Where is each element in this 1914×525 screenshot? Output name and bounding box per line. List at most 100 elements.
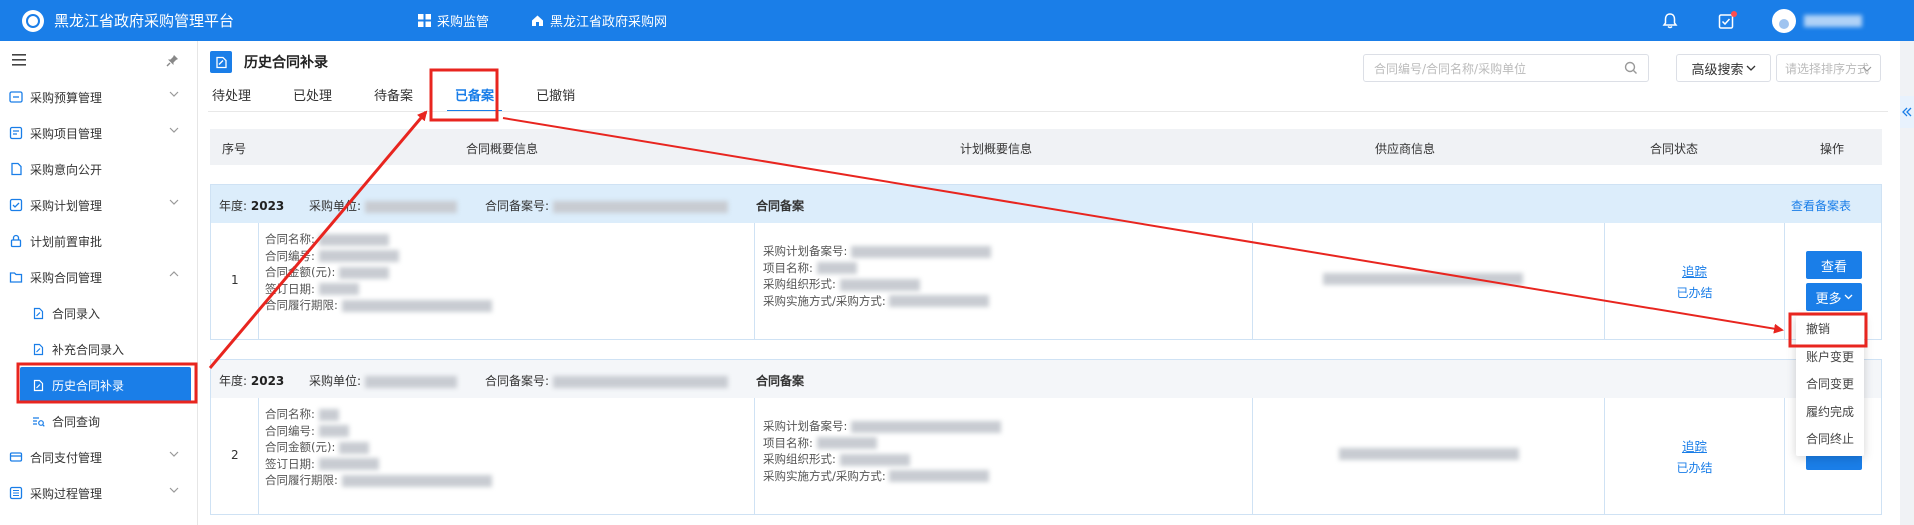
contract-info-cell: 合同名称: 合同编号: 合同金额(元): 签订日期: 合同履行期限: [259, 223, 755, 339]
tabs-divider [208, 111, 1888, 112]
header-plan-info: 计划概要信息 [960, 142, 1033, 156]
purchase-unit-field: 采购单位: [309, 372, 457, 389]
bell-icon[interactable] [1660, 11, 1680, 31]
menu-item-revoke[interactable]: 撤销 [1796, 316, 1864, 344]
index-cell: 2 [211, 398, 259, 514]
view-button[interactable]: 查看 [1806, 251, 1862, 279]
tab-to-be-filed[interactable]: 待备案 [370, 85, 417, 111]
sidebar-item-supplement-contract[interactable]: 补充合同录入 [0, 331, 197, 367]
search-icon[interactable] [1624, 61, 1638, 75]
edit-page-icon [210, 51, 232, 73]
menu-icon[interactable] [12, 54, 26, 66]
plan-info-cell: 采购计划备案号: 项目名称: 采购组织形式: 采购实施方式/采购方式: [755, 223, 1253, 339]
page-title: 历史合同补录 [244, 55, 328, 71]
project-name-field: 项目名称: [763, 435, 1001, 452]
track-link[interactable]: 追踪 [1605, 436, 1784, 455]
record-number-field: 合同备案号: [485, 197, 728, 214]
edit-document-icon [30, 341, 46, 357]
sidebar-item-contract-query[interactable]: 合同查询 [0, 403, 197, 439]
advanced-search-button[interactable]: 高级搜索 [1676, 54, 1771, 82]
sidebar-item-project[interactable]: 采购项目管理 [0, 115, 197, 151]
row-index: 2 [231, 448, 239, 462]
sidebar-item-contract-entry[interactable]: 合同录入 [0, 295, 197, 331]
performance-period-field: 合同履行期限: [265, 297, 492, 314]
avatar[interactable] [1772, 8, 1796, 33]
status-tabs: 待处理 已处理 待备案 已备案 已撤销 [208, 85, 613, 112]
nav-procurement-website[interactable]: 黑龙江省政府采购网 [531, 11, 667, 30]
sidebar-item-label: 计划前置审批 [30, 234, 103, 249]
block-header: 年度: 2023 采购单位: 合同备案号: 合同备案 查看备案表 [211, 185, 1881, 223]
sign-date-field: 签订日期: [265, 281, 492, 298]
double-chevron-left-icon [1902, 107, 1912, 117]
chevron-down-icon [1746, 65, 1755, 71]
search-input[interactable]: 合同编号/合同名称/采购单位 [1363, 54, 1649, 82]
record-type: 合同备案 [756, 374, 805, 388]
sign-date-field: 签订日期: [265, 456, 492, 473]
sidebar-item-plan[interactable]: 采购计划管理 [0, 187, 197, 223]
tab-filed[interactable]: 已备案 [447, 85, 503, 112]
sort-select[interactable]: 请选择排序方式 [1776, 54, 1881, 82]
nav-procurement-supervision[interactable]: 采购监管 [418, 11, 489, 30]
supplier-redacted [1323, 273, 1523, 285]
document-icon [8, 161, 24, 177]
pin-icon[interactable] [166, 54, 179, 67]
more-dropdown-menu: 撤销 账户变更 合同变更 履约完成 合同终止 [1796, 316, 1864, 456]
procurement-method-field: 采购实施方式/采购方式: [763, 293, 991, 310]
status-cell: 追踪 已办结 [1605, 398, 1785, 514]
supplier-redacted [1339, 448, 1519, 460]
folder-icon [8, 269, 24, 285]
process-icon [8, 485, 24, 501]
sidebar-item-label: 合同支付管理 [30, 450, 103, 465]
sidebar-item-label: 采购合同管理 [30, 270, 103, 285]
sidebar-item-label: 补充合同录入 [52, 342, 125, 357]
grid-icon [418, 14, 431, 27]
contract-block-2: 年度: 2023 采购单位: 合同备案号: 合同备案 2 合同名称: 合同编号:… [210, 359, 1882, 515]
project-icon [8, 125, 24, 141]
sidebar-item-budget[interactable]: 采购预算管理 [0, 79, 197, 115]
tab-pending[interactable]: 待处理 [208, 85, 255, 111]
chevron-down-icon [169, 91, 179, 97]
main-content: 历史合同补录 待处理 已处理 待备案 已备案 已撤销 合同编号/合同名称/采购单… [198, 41, 1900, 525]
sidebar-item-payment[interactable]: 合同支付管理 [0, 439, 197, 475]
sidebar-item-label: 历史合同补录 [52, 378, 125, 393]
sidebar-item-history-contract[interactable]: 历史合同补录 [20, 367, 191, 403]
tab-processed[interactable]: 已处理 [289, 85, 336, 111]
menu-item-performance-complete[interactable]: 履约完成 [1796, 399, 1864, 427]
more-button[interactable]: 更多 [1806, 283, 1862, 311]
supplier-info-cell [1253, 398, 1605, 514]
advanced-search-label: 高级搜索 [1691, 62, 1744, 78]
nav-label: 采购监管 [437, 15, 490, 30]
sort-placeholder: 请选择排序方式 [1785, 61, 1870, 76]
nav-label: 黑龙江省政府采购网 [550, 15, 668, 30]
task-check-icon[interactable] [1716, 10, 1737, 31]
view-record-link[interactable]: 查看备案表 [1791, 197, 1851, 214]
header-contract-status: 合同状态 [1650, 142, 1699, 156]
menu-item-account-change[interactable]: 账户变更 [1796, 344, 1864, 372]
collapse-panel-tab[interactable] [1900, 96, 1914, 128]
logo-icon [22, 9, 44, 32]
tab-revoked[interactable]: 已撤销 [532, 85, 579, 111]
contract-number-field: 合同编号: [265, 248, 492, 265]
status-label: 已办结 [1676, 286, 1713, 300]
chevron-down-icon [169, 199, 179, 205]
menu-item-contract-termination[interactable]: 合同终止 [1796, 426, 1864, 454]
sidebar-item-contract-management[interactable]: 采购合同管理 [0, 259, 197, 295]
sidebar-item-process[interactable]: 采购过程管理 [0, 475, 197, 511]
header-actions: 操作 [1820, 142, 1845, 156]
sidebar-item-label: 采购过程管理 [30, 486, 103, 501]
username-redacted[interactable] [1804, 14, 1862, 27]
sidebar-item-label: 采购计划管理 [30, 198, 103, 213]
year-field: 年度: 2023 [219, 199, 285, 213]
track-link[interactable]: 追踪 [1605, 261, 1784, 280]
sidebar-item-pre-approval[interactable]: 计划前置审批 [0, 223, 197, 259]
record-type: 合同备案 [756, 199, 805, 213]
table-header: 序号 合同概要信息 计划概要信息 供应商信息 合同状态 操作 [210, 129, 1882, 165]
plan-record-field: 采购计划备案号: [763, 243, 992, 260]
sidebar-item-label: 采购意向公开 [30, 162, 103, 177]
page-header: 历史合同补录 [210, 51, 328, 73]
sidebar-item-label: 合同查询 [52, 414, 101, 429]
table-row: 2 合同名称: 合同编号: 合同金额(元): 签订日期: 合同履行期限: 采购计… [211, 398, 1881, 514]
organization-form-field: 采购组织形式: [763, 451, 1001, 468]
menu-item-contract-change[interactable]: 合同变更 [1796, 371, 1864, 399]
sidebar-item-intention[interactable]: 采购意向公开 [0, 151, 197, 187]
